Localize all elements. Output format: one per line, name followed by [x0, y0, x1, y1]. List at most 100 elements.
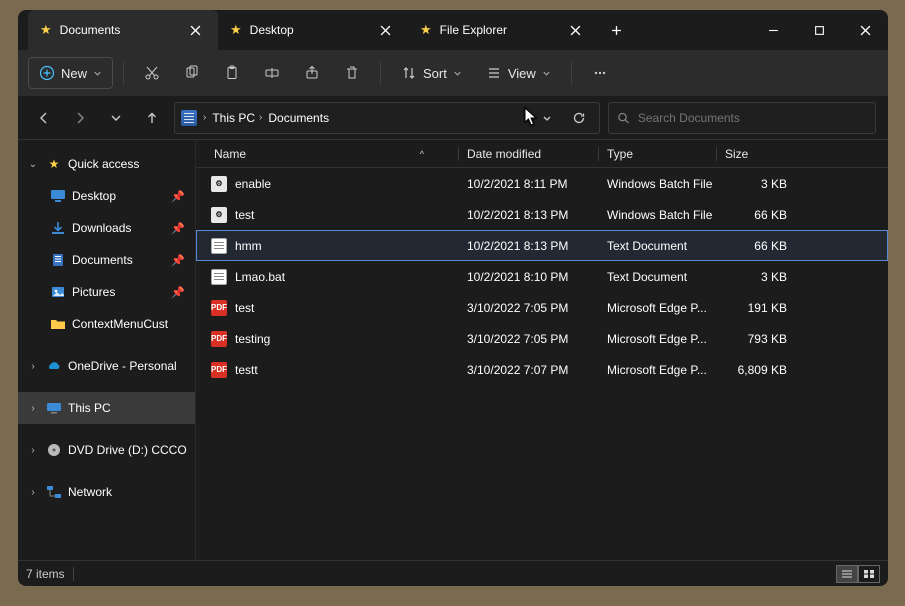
sidebar-item-documents[interactable]: Documents 📌 [18, 244, 195, 276]
chevron-right-icon[interactable]: › [26, 487, 40, 498]
file-date: 10/2/2021 8:11 PM [459, 177, 599, 191]
file-name: test [235, 301, 254, 315]
sort-label: Sort [423, 66, 447, 81]
refresh-button[interactable] [565, 104, 593, 132]
nav-recent-button[interactable] [102, 104, 130, 132]
chevron-right-icon[interactable]: › [26, 445, 40, 456]
tab-close-button[interactable] [374, 19, 396, 41]
file-row[interactable]: Lmao.bat10/2/2021 8:10 PMText Document3 … [196, 261, 888, 292]
sort-asc-icon: ^ [420, 149, 424, 159]
address-bar[interactable]: › This PC› Documents [174, 102, 600, 134]
star-icon: ★ [420, 22, 432, 38]
file-row[interactable]: PDFtest3/10/2022 7:05 PMMicrosoft Edge P… [196, 292, 888, 323]
delete-button[interactable] [334, 57, 370, 89]
ellipsis-icon [592, 65, 608, 81]
file-icon [211, 238, 227, 254]
content: ⌄ ★ Quick access Desktop 📌 Downloads 📌 D… [18, 140, 888, 560]
breadcrumb-item[interactable]: Documents [268, 111, 329, 125]
file-row[interactable]: ⚙enable10/2/2021 8:11 PMWindows Batch Fi… [196, 168, 888, 199]
file-type: Text Document [599, 239, 717, 253]
file-date: 10/2/2021 8:13 PM [459, 208, 599, 222]
search-input[interactable] [638, 111, 867, 125]
star-icon: ★ [46, 156, 62, 172]
address-dropdown-button[interactable] [533, 104, 561, 132]
close-button[interactable] [842, 10, 888, 50]
tab-desktop[interactable]: ★ Desktop [218, 10, 408, 50]
chevron-down-icon[interactable]: ⌄ [26, 159, 40, 170]
breadcrumb-item[interactable]: This PC› [212, 111, 262, 125]
view-button[interactable]: View [476, 57, 561, 89]
trash-icon [344, 65, 360, 81]
column-name[interactable]: Name^ [210, 147, 458, 161]
minimize-button[interactable] [750, 10, 796, 50]
downloads-icon [50, 220, 66, 236]
cut-button[interactable] [134, 57, 170, 89]
tab-close-button[interactable] [184, 19, 206, 41]
new-button[interactable]: New [28, 57, 113, 89]
chevron-right-icon: › [259, 112, 262, 123]
view-label: View [508, 66, 536, 81]
paste-button[interactable] [214, 57, 250, 89]
column-type[interactable]: Type [598, 147, 716, 161]
divider [123, 62, 124, 84]
share-button[interactable] [294, 57, 330, 89]
file-size: 793 KB [717, 332, 797, 346]
tab-file-explorer[interactable]: ★ File Explorer [408, 10, 598, 50]
tab-label: File Explorer [440, 23, 556, 37]
thispc-icon [46, 400, 62, 416]
sidebar-item-network[interactable]: › Network [18, 476, 195, 508]
file-name: testt [235, 363, 258, 377]
sort-button[interactable]: Sort [391, 57, 472, 89]
tab-label: Desktop [250, 23, 366, 37]
file-date: 3/10/2022 7:05 PM [459, 332, 599, 346]
chevron-right-icon[interactable]: › [26, 403, 40, 414]
desktop-icon [50, 188, 66, 204]
copy-button[interactable] [174, 57, 210, 89]
sidebar-item-pictures[interactable]: Pictures 📌 [18, 276, 195, 308]
details-view-button[interactable] [836, 565, 858, 583]
star-icon: ★ [40, 22, 52, 38]
large-icons-view-button[interactable] [858, 565, 880, 583]
chevron-right-icon[interactable]: › [26, 361, 40, 372]
tab-close-button[interactable] [564, 19, 586, 41]
nav-up-button[interactable] [138, 104, 166, 132]
view-toggle [836, 565, 880, 583]
nav-forward-button[interactable] [66, 104, 94, 132]
file-type: Microsoft Edge P... [599, 301, 717, 315]
nav-back-button[interactable] [30, 104, 58, 132]
chevron-down-icon [453, 69, 462, 78]
file-row[interactable]: ⚙test10/2/2021 8:13 PMWindows Batch File… [196, 199, 888, 230]
rename-button[interactable] [254, 57, 290, 89]
clipboard-icon [224, 65, 240, 81]
new-tab-button[interactable] [598, 10, 634, 50]
file-size: 66 KB [717, 208, 797, 222]
search-box[interactable] [608, 102, 876, 134]
sidebar-item-desktop[interactable]: Desktop 📌 [18, 180, 195, 212]
search-icon [617, 111, 630, 125]
file-name: Lmao.bat [235, 270, 285, 284]
network-icon [46, 484, 62, 500]
maximize-button[interactable] [796, 10, 842, 50]
sidebar-item-folder[interactable]: ContextMenuCust [18, 308, 195, 340]
sidebar-item-dvd[interactable]: › DVD Drive (D:) CCCO [18, 434, 195, 466]
column-size[interactable]: Size [716, 147, 796, 161]
pictures-icon [50, 284, 66, 300]
file-size: 66 KB [717, 239, 797, 253]
folder-icon [50, 316, 66, 332]
file-list: ⚙enable10/2/2021 8:11 PMWindows Batch Fi… [196, 168, 888, 560]
tab-documents[interactable]: ★ Documents [28, 10, 218, 50]
sidebar-item-downloads[interactable]: Downloads 📌 [18, 212, 195, 244]
file-row[interactable]: PDFtestt3/10/2022 7:07 PMMicrosoft Edge … [196, 354, 888, 385]
more-button[interactable] [582, 57, 618, 89]
file-size: 3 KB [717, 177, 797, 191]
titlebar: ★ Documents ★ Desktop ★ File Explorer [18, 10, 888, 50]
file-row[interactable]: hmm10/2/2021 8:13 PMText Document66 KB [196, 230, 888, 261]
column-date[interactable]: Date modified [458, 147, 598, 161]
sidebar-item-this-pc[interactable]: › This PC [18, 392, 195, 424]
sidebar-item-onedrive[interactable]: › OneDrive - Personal [18, 350, 195, 382]
sidebar-quick-access[interactable]: ⌄ ★ Quick access [18, 148, 195, 180]
file-pane: Name^ Date modified Type Size ⚙enable10/… [196, 140, 888, 560]
file-date: 10/2/2021 8:13 PM [459, 239, 599, 253]
file-row[interactable]: PDFtesting3/10/2022 7:05 PMMicrosoft Edg… [196, 323, 888, 354]
file-type: Windows Batch File [599, 177, 717, 191]
